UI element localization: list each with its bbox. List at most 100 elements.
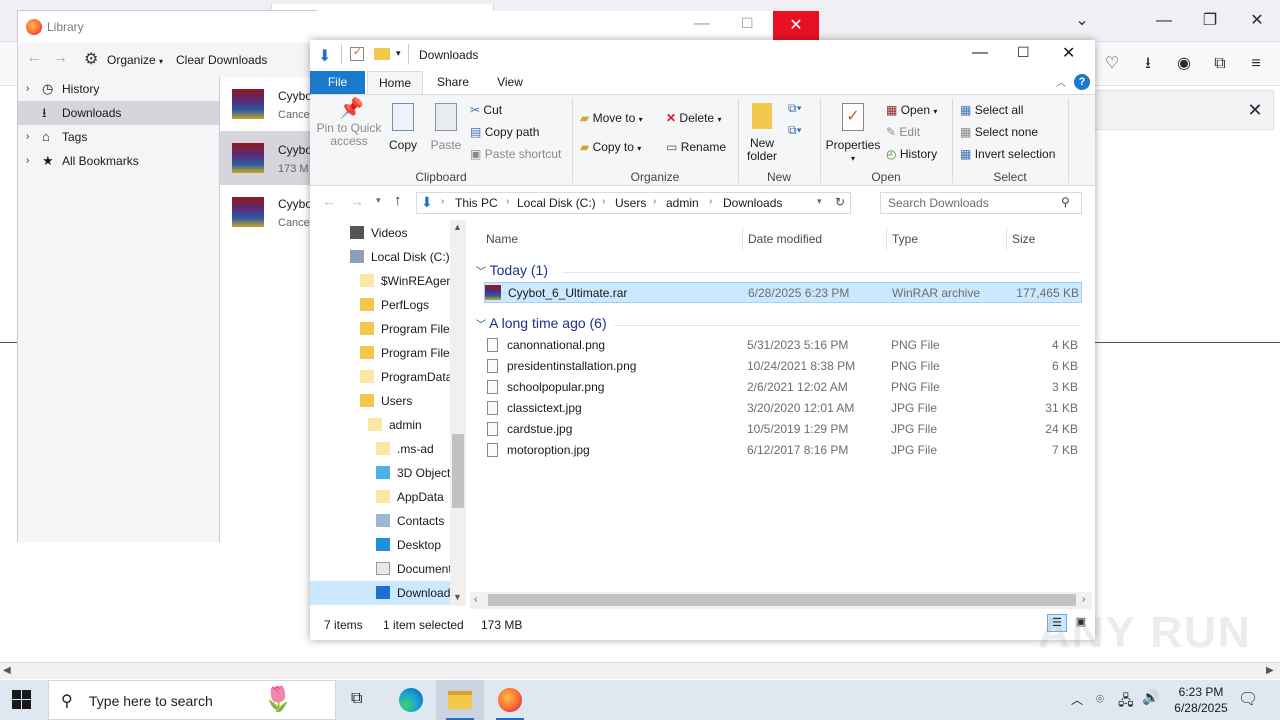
page-horizontal-scrollbar[interactable]: ◀ ▶: [0, 662, 1280, 679]
nav-item[interactable]: AppData: [310, 485, 450, 509]
nav-item[interactable]: Videos: [310, 221, 450, 245]
scroll-right-icon[interactable]: ›: [1082, 594, 1085, 605]
paste-button[interactable]: Paste: [428, 103, 464, 152]
column-size[interactable]: Size: [1012, 226, 1035, 252]
scroll-left-icon[interactable]: ◀: [3, 665, 11, 676]
nav-item[interactable]: .ms-ad: [310, 437, 450, 461]
tree-item-history[interactable]: › ◷ History: [18, 77, 219, 101]
download-item[interactable]: Cyybo Cance: [220, 77, 319, 131]
tab-view[interactable]: View: [485, 71, 535, 94]
download-item[interactable]: Cyybo Cance: [220, 185, 319, 239]
nav-item[interactable]: $WinREAgent: [310, 269, 450, 293]
clock[interactable]: 6:23 PM 6/28/2025: [1164, 684, 1238, 716]
properties-qat-icon[interactable]: ✓: [350, 46, 364, 61]
search-input[interactable]: Search Downloads ⚲: [880, 192, 1082, 214]
group-header-long-ago[interactable]: ﹀ A long time ago (6): [476, 315, 607, 331]
new-item-icon[interactable]: ⧉▾: [788, 101, 802, 116]
column-name[interactable]: Name: [486, 226, 518, 252]
new-folder-button[interactable]: New folder: [742, 103, 782, 163]
download-item[interactable]: Cyybo 173 M: [220, 131, 319, 185]
scroll-up-icon[interactable]: ▲: [453, 222, 462, 232]
nav-item[interactable]: Users: [310, 389, 450, 413]
nav-item[interactable]: ProgramData: [310, 365, 450, 389]
up-icon[interactable]: ↑: [394, 192, 402, 209]
file-list-horizontal-scrollbar[interactable]: ‹ ›: [470, 592, 1092, 609]
chevron-up-icon[interactable]: ︿: [1071, 691, 1083, 708]
history-button[interactable]: ◴ History: [886, 147, 937, 161]
nav-item[interactable]: Desktop: [310, 533, 450, 557]
breadcrumb-item[interactable]: This PC: [455, 196, 498, 210]
task-view-button[interactable]: ⧉: [336, 680, 384, 720]
help-icon[interactable]: ?: [1074, 74, 1090, 90]
tab-share[interactable]: Share: [427, 71, 479, 94]
column-type[interactable]: Type: [892, 226, 918, 252]
nav-item[interactable]: Downloads: [310, 581, 450, 605]
extensions-icon[interactable]: ⧉: [1206, 52, 1234, 76]
breadcrumb-item[interactable]: Local Disk (C:): [517, 196, 596, 210]
address-bar[interactable]: ⬇ › This PC › Local Disk (C:) › Users › …: [416, 192, 851, 214]
file-row[interactable]: motoroption.jpg 6/12/2017 8:16 PM JPG File…: [484, 440, 1082, 461]
minimize-icon[interactable]: —: [972, 44, 988, 62]
nav-item[interactable]: Documents: [310, 557, 450, 581]
invert-selection-button[interactable]: ▦ Invert selection: [960, 147, 1055, 161]
nav-item[interactable]: Local Disk (C:): [310, 245, 450, 269]
tree-item-tags[interactable]: › ⌂ Tags: [18, 125, 219, 149]
nav-item[interactable]: 3D Objects: [310, 461, 450, 485]
select-none-button[interactable]: ▦ Select none: [960, 125, 1038, 139]
scroll-down-icon[interactable]: ▼: [453, 592, 462, 602]
menu-icon[interactable]: ≡: [1242, 52, 1270, 76]
close-icon[interactable]: ✕: [1243, 9, 1271, 33]
close-icon[interactable]: ✕: [1062, 43, 1075, 63]
minimize-icon[interactable]: —: [1150, 9, 1178, 33]
move-to-button[interactable]: ▰ Move to ▾: [580, 111, 643, 125]
edit-button[interactable]: ✎ Edit: [886, 125, 920, 139]
refresh-icon[interactable]: ↻: [835, 195, 845, 209]
breadcrumb-item[interactable]: Downloads: [723, 196, 782, 210]
copy-button[interactable]: Copy: [386, 103, 420, 152]
scroll-thumb[interactable]: [452, 434, 464, 508]
file-row[interactable]: cardstue.jpg 10/5/2019 1:29 PM JPG File 24 …: [484, 419, 1082, 440]
select-all-button[interactable]: ▦ Select all: [960, 103, 1023, 117]
scroll-right-icon[interactable]: ▶: [1266, 665, 1274, 676]
list-tabs-icon[interactable]: ⌄: [1068, 9, 1096, 33]
file-row[interactable]: canonnational.png 5/31/2023 5:16 PM PNG Fi…: [484, 335, 1082, 356]
edge-button[interactable]: [386, 680, 434, 720]
close-button[interactable]: ✕: [773, 11, 819, 41]
recent-locations-icon[interactable]: ▾: [376, 195, 381, 206]
forward-icon[interactable]: →: [350, 193, 364, 209]
breadcrumb-item[interactable]: Users: [615, 196, 646, 210]
close-notification-icon[interactable]: ✕: [1241, 98, 1269, 122]
rename-button[interactable]: ▭ Rename: [666, 140, 726, 154]
properties-button[interactable]: ✓ Properties ▾: [824, 103, 882, 165]
account-icon[interactable]: ◉: [1170, 52, 1198, 76]
tab-home[interactable]: Home: [367, 71, 423, 94]
scroll-left-icon[interactable]: ‹: [474, 594, 477, 605]
easy-access-icon[interactable]: ⧉▾: [788, 123, 802, 138]
address-dropdown-icon[interactable]: ▾: [817, 196, 822, 207]
tree-item-all-bookmarks[interactable]: › ★ All Bookmarks: [18, 149, 219, 173]
file-row[interactable]: presidentinstallation.png 10/24/2021 8:38…: [484, 356, 1082, 377]
qat-dropdown-icon[interactable]: ▾: [396, 48, 401, 59]
restore-icon[interactable]: ❐: [1196, 9, 1224, 33]
nav-item[interactable]: PerfLogs: [310, 293, 450, 317]
cut-button[interactable]: ✂ Cut: [470, 103, 502, 117]
meet-icon[interactable]: ⌾: [1096, 691, 1104, 707]
copy-path-button[interactable]: ▤ Copy path: [470, 125, 539, 139]
firefox-button[interactable]: [486, 680, 534, 720]
back-icon[interactable]: ←: [26, 49, 42, 67]
pin-quick-access-button[interactable]: 📌 Pin to Quick access: [314, 99, 384, 148]
back-icon[interactable]: ←: [322, 193, 336, 209]
downloads-icon[interactable]: ⭳: [1134, 52, 1162, 76]
open-button[interactable]: ▦ Open ▾: [886, 103, 937, 117]
clear-downloads-button[interactable]: Clear Downloads: [176, 53, 267, 67]
column-date-modified[interactable]: Date modified: [748, 226, 822, 252]
breadcrumb-item[interactable]: admin: [666, 196, 699, 210]
tab-file[interactable]: File: [310, 71, 365, 94]
notifications-icon[interactable]: 🗨: [1238, 689, 1258, 709]
volume-icon[interactable]: 🔊: [1142, 689, 1159, 706]
nav-item[interactable]: admin: [310, 413, 450, 437]
nav-item[interactable]: Contacts: [310, 509, 450, 533]
copy-to-button[interactable]: ▰ Copy to ▾: [580, 140, 641, 154]
forward-icon[interactable]: →: [52, 49, 68, 67]
file-explorer-button[interactable]: [436, 680, 484, 720]
